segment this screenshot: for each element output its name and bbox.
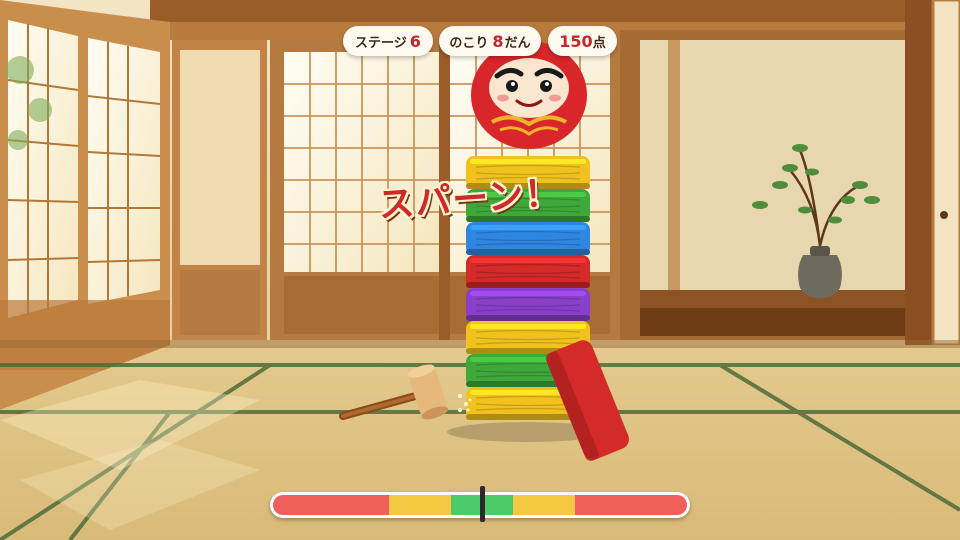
meter-zone-ok bbox=[388, 495, 451, 515]
score-value: 150 bbox=[559, 31, 593, 51]
daruma-icon[interactable] bbox=[471, 41, 587, 149]
hammer-icon[interactable] bbox=[339, 362, 450, 422]
meter-zone-miss bbox=[575, 495, 687, 515]
tower-block-red bbox=[466, 255, 590, 288]
timing-meter-needle bbox=[480, 486, 486, 522]
meter-zone-ok bbox=[513, 495, 576, 515]
remaining-prefix: のこり bbox=[449, 35, 489, 51]
stage-label: ステージ bbox=[355, 35, 407, 51]
remaining-suffix: だん bbox=[504, 35, 531, 51]
timing-meter[interactable] bbox=[270, 486, 690, 522]
meter-zone-miss bbox=[273, 495, 389, 515]
game-layer bbox=[339, 41, 629, 461]
tower-block-purple bbox=[466, 288, 590, 321]
tower-block-blue bbox=[466, 222, 590, 255]
remaining-indicator: のこり 8 だん bbox=[439, 26, 541, 56]
stage-indicator: ステージ 6 bbox=[343, 26, 433, 56]
game-scene[interactable]: ステージ 6 のこり 8 だん 150 点 スパーン！ bbox=[0, 0, 960, 540]
remaining-value: 8 bbox=[492, 31, 504, 51]
stage-value: 6 bbox=[409, 31, 421, 51]
score-indicator: 150 点 bbox=[548, 26, 617, 56]
score-suffix: 点 bbox=[592, 35, 606, 51]
